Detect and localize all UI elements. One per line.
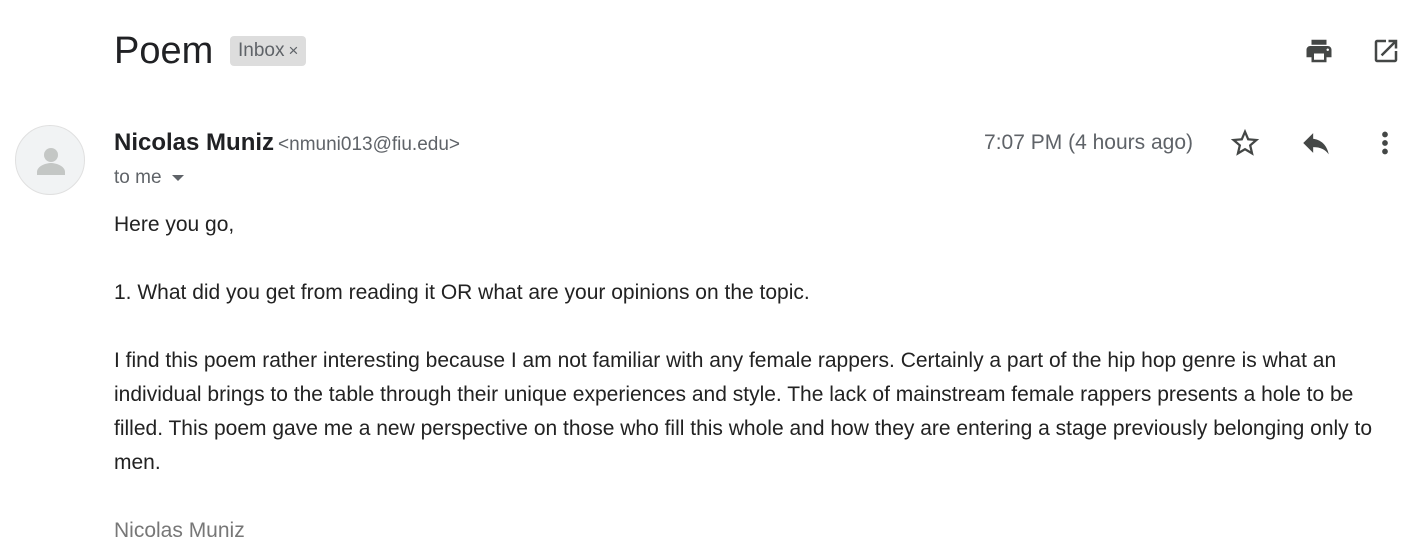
sender-email: <nmuni013@fiu.edu> [278,134,461,155]
email-signature: Nicolas Muniz [114,519,245,542]
recipient-details-toggle[interactable]: to me [114,164,184,192]
email-subject: Poem [114,30,214,72]
body-greeting: Here you go, [114,213,235,236]
print-icon[interactable] [1304,36,1334,66]
chevron-down-icon[interactable] [171,174,184,181]
more-vertical-icon[interactable] [1368,126,1402,160]
message-timestamp: 7:07 PM (4 hours ago) [984,131,1193,154]
subject-header: Poem Inbox × [114,28,1413,74]
recipient-text: to me [114,167,162,188]
star-icon[interactable] [1228,126,1262,160]
remove-label-icon[interactable]: × [288,41,298,60]
sender-line: Nicolas Muniz <nmuni013@fiu.edu> [114,127,460,162]
sender-avatar[interactable] [15,125,85,195]
sender-name[interactable]: Nicolas Muniz [114,129,274,156]
message-body: Here you go, 1. What did you get from re… [114,208,1374,548]
open-in-new-window-icon[interactable] [1371,36,1401,66]
body-answer: I find this poem rather interesting beca… [114,349,1373,474]
label-chip-text: Inbox [238,40,285,61]
label-chip-inbox[interactable]: Inbox × [230,36,307,66]
body-question: 1. What did you get from reading it OR w… [114,281,810,304]
reply-icon[interactable] [1299,126,1333,160]
default-person-icon [37,148,65,175]
